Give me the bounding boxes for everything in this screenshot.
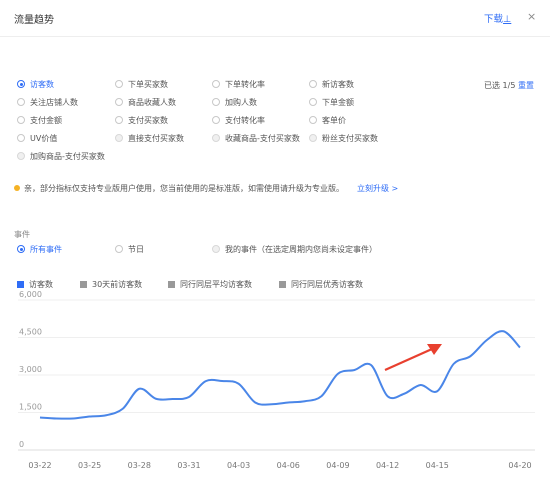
x-tick-label: 04-20 xyxy=(508,461,531,470)
event-option-0-label[interactable]: 所有事件 xyxy=(30,244,62,255)
event-option-1-label[interactable]: 节日 xyxy=(128,244,144,255)
warning-icon xyxy=(14,185,20,191)
x-tick-label: 04-12 xyxy=(376,461,399,470)
metric-option-5-label[interactable]: 商品收藏人数 xyxy=(128,97,176,108)
metric-option-12-label[interactable]: UV价值 xyxy=(30,133,57,144)
metric-option-10-radio[interactable] xyxy=(212,116,220,124)
metric-option-0-label[interactable]: 访客数 xyxy=(30,79,54,90)
y-tick-label: 3,000 xyxy=(19,365,42,374)
event-option-2-label: 我的事件（在选定周期内您尚未设定事件） xyxy=(225,245,377,254)
x-tick-label: 03-25 xyxy=(78,461,101,470)
metric-option-9-label[interactable]: 支付买家数 xyxy=(128,115,168,126)
metric-option-12-radio[interactable] xyxy=(17,134,25,142)
legend-swatch-0 xyxy=(17,281,24,288)
legend-item-3[interactable]: 同行同层优秀访客数 xyxy=(291,279,363,290)
metric-option-15-radio xyxy=(309,134,317,142)
legend-item-2[interactable]: 同行同层平均访客数 xyxy=(180,279,252,290)
legend-swatch-2 xyxy=(168,281,175,288)
metric-option-5-radio[interactable] xyxy=(115,98,123,106)
event-option-1-radio[interactable] xyxy=(115,245,123,253)
event-option-2-radio xyxy=(212,245,220,253)
x-tick-label: 04-09 xyxy=(326,461,349,470)
metric-option-1-label[interactable]: 下单买家数 xyxy=(128,79,168,90)
x-tick-label: 04-03 xyxy=(227,461,250,470)
annotation-arrow-shaft xyxy=(384,347,433,372)
metric-option-11-radio[interactable] xyxy=(309,116,317,124)
upgrade-link[interactable]: 立刻升级 > xyxy=(357,183,398,194)
x-tick-label: 03-28 xyxy=(128,461,151,470)
upgrade-notice: 亲，部分指标仅支持专业版用户使用，您当前使用的是标准版，如需使用请升级为专业版。 xyxy=(24,184,344,193)
metric-option-10-label[interactable]: 支付转化率 xyxy=(225,115,265,126)
close-icon[interactable]: × xyxy=(527,10,536,23)
metric-option-0-radio[interactable] xyxy=(17,80,25,88)
legend-item-1[interactable]: 30天前访客数 xyxy=(92,279,142,290)
metric-option-16-label: 加购商品-支付买家数 xyxy=(30,152,105,161)
dialog-title: 流量趋势 xyxy=(14,15,54,26)
x-tick-label: 03-22 xyxy=(28,461,51,470)
metric-option-3-radio[interactable] xyxy=(309,80,317,88)
selected-count: 已选 1/5 xyxy=(484,81,516,90)
x-tick-label: 04-15 xyxy=(426,461,449,470)
metric-option-2-label[interactable]: 下单转化率 xyxy=(225,79,265,90)
download-button[interactable]: 下载⊥ xyxy=(484,11,511,25)
line-chart: 6,000 4,500 3,000 1,500 0 03-22 03-25 03-28 03-3… xyxy=(18,290,535,470)
metric-option-7-radio[interactable] xyxy=(309,98,317,106)
metric-option-15-label: 粉丝支付买家数 xyxy=(322,134,378,143)
metric-option-14-label: 收藏商品-支付买家数 xyxy=(225,134,300,143)
legend-swatch-3 xyxy=(279,281,286,288)
selection-info: 已选 1/5 重置 xyxy=(484,80,534,91)
download-icon: ⊥ xyxy=(503,14,512,25)
y-tick-label: 6,000 xyxy=(19,290,42,299)
metric-option-3-label[interactable]: 新访客数 xyxy=(322,79,354,90)
reset-button[interactable]: 重置 xyxy=(518,81,534,90)
y-tick-label: 1,500 xyxy=(19,403,42,412)
metric-option-11-label[interactable]: 客单价 xyxy=(322,115,346,126)
metric-option-8-radio[interactable] xyxy=(17,116,25,124)
events-section-label: 事件 xyxy=(14,230,30,239)
download-label: 下载 xyxy=(484,14,504,25)
metric-option-16-radio xyxy=(17,152,25,160)
event-option-0-radio[interactable] xyxy=(17,245,25,253)
metric-option-2-radio[interactable] xyxy=(212,80,220,88)
dialog-header xyxy=(0,0,550,37)
legend-item-0[interactable]: 访客数 xyxy=(29,279,53,290)
metric-option-13-radio xyxy=(115,134,123,142)
metric-option-7-label[interactable]: 下单金额 xyxy=(322,97,354,108)
metric-option-6-label[interactable]: 加购人数 xyxy=(225,97,257,108)
x-tick-label: 03-31 xyxy=(177,461,200,470)
metric-option-13-label: 直接支付买家数 xyxy=(128,134,184,143)
metric-option-8-label[interactable]: 支付金额 xyxy=(30,115,62,126)
y-tick-label: 0 xyxy=(19,440,24,449)
metric-option-14-radio xyxy=(212,134,220,142)
metric-option-4-label[interactable]: 关注店铺人数 xyxy=(30,97,78,108)
y-tick-label: 4,500 xyxy=(19,328,42,337)
metric-option-9-radio[interactable] xyxy=(115,116,123,124)
metric-option-1-radio[interactable] xyxy=(115,80,123,88)
metric-option-6-radio[interactable] xyxy=(212,98,220,106)
metric-option-4-radio[interactable] xyxy=(17,98,25,106)
legend-swatch-1 xyxy=(80,281,87,288)
x-tick-label: 04-06 xyxy=(277,461,300,470)
